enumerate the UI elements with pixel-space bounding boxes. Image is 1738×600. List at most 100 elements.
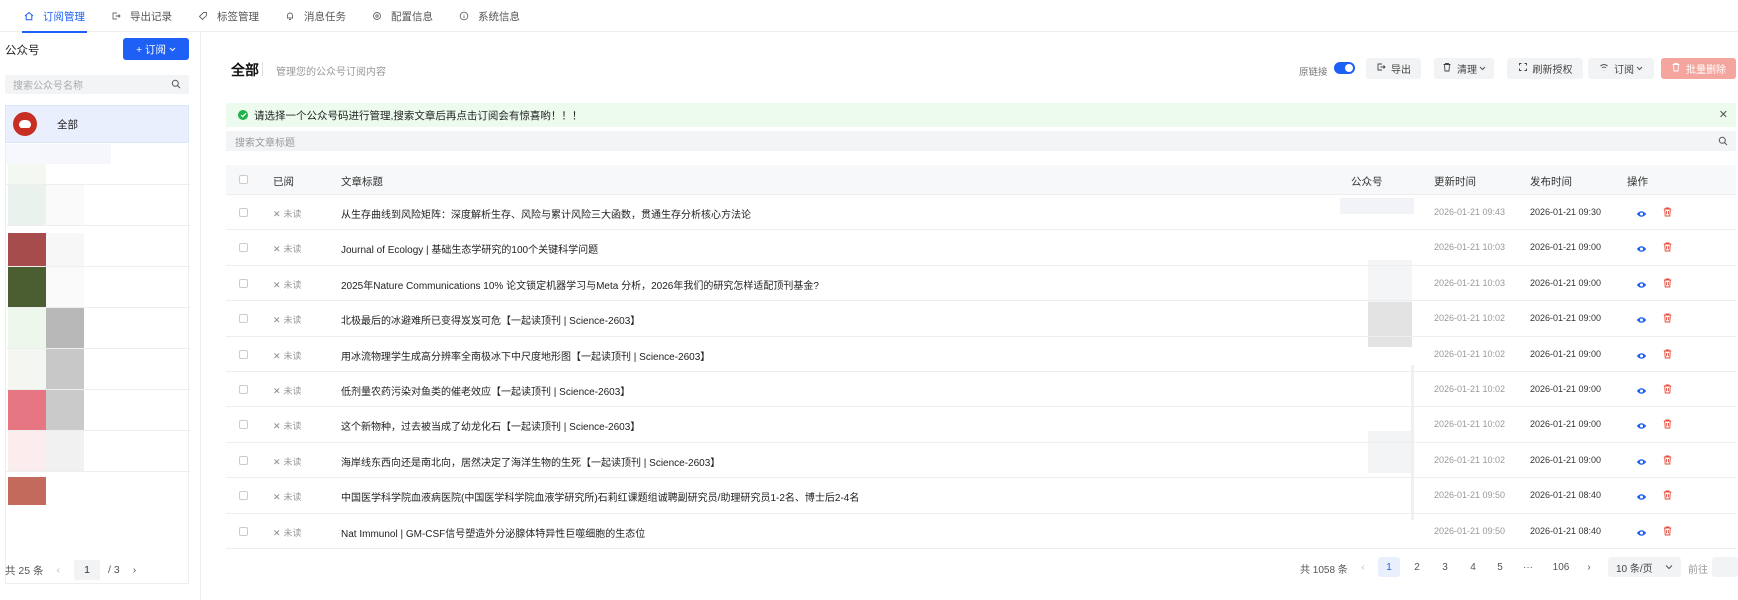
- account-item[interactable]: [6, 390, 190, 431]
- eye-icon[interactable]: [1636, 455, 1647, 469]
- account-item[interactable]: [6, 308, 190, 349]
- published-time: 2026-01-21 09:00: [1530, 348, 1602, 359]
- delete-icon[interactable]: [1663, 348, 1672, 362]
- delete-icon[interactable]: [1663, 241, 1672, 255]
- delete-icon[interactable]: [1663, 525, 1672, 539]
- eye-icon[interactable]: [1636, 278, 1647, 292]
- tab-subscriptions[interactable]: 订阅管理: [22, 0, 87, 33]
- eye-icon[interactable]: [1636, 526, 1647, 540]
- row-checkbox[interactable]: [239, 208, 248, 217]
- search-icon[interactable]: [171, 79, 181, 92]
- select-all-checkbox[interactable]: [239, 175, 248, 184]
- account-item[interactable]: [6, 431, 190, 472]
- eye-icon[interactable]: [1636, 384, 1647, 398]
- chevron-left-icon[interactable]: ‹: [57, 564, 61, 576]
- account-item[interactable]: [6, 267, 190, 308]
- table-row[interactable]: ✕ 未读 这个新物种，过去被当成了幼龙化石【一起读顶刊 | Science-260…: [226, 407, 1736, 443]
- account-item[interactable]: [6, 349, 190, 390]
- updated-time: 2026-01-21 09:50: [1434, 490, 1506, 501]
- row-checkbox[interactable]: [239, 278, 248, 288]
- row-checkbox[interactable]: [239, 526, 248, 536]
- table-row[interactable]: ✕ 未读 2025年Nature Communications 10% 论文锁定机…: [226, 266, 1736, 302]
- subscribe-account-button[interactable]: + 订阅: [123, 38, 189, 60]
- export-button[interactable]: 导出: [1366, 58, 1421, 79]
- table-row[interactable]: ✕ 未读 用冰流物理学生成高分辨率全南极冰下中尺度地形图【一起读顶刊 | Scie…: [226, 337, 1736, 372]
- article-title[interactable]: 海岸线东西向还是南北向，居然决定了海洋生物的生死【一起读顶刊 | Science…: [341, 454, 720, 469]
- table-row[interactable]: ✕ 未读 中国医学科学院血液病医院(中国医学科学院血液学研究所)石莉红课题组诚聘副…: [226, 478, 1736, 514]
- page-size-select[interactable]: 10 条/页: [1608, 557, 1681, 577]
- table-row[interactable]: ✕ 未读 从生存曲线到风险矩阵：深度解析生存、风险与累计风险三大函数，贯通生存分析…: [226, 195, 1736, 231]
- chevron-right-icon[interactable]: ›: [133, 564, 137, 576]
- row-checkbox[interactable]: [239, 491, 248, 501]
- delete-icon[interactable]: [1663, 489, 1672, 503]
- close-icon[interactable]: ✕: [1719, 108, 1728, 121]
- delete-icon[interactable]: [1663, 206, 1672, 220]
- delete-icon[interactable]: [1663, 312, 1672, 326]
- row-checkbox[interactable]: [239, 420, 248, 430]
- delete-icon[interactable]: [1663, 454, 1672, 468]
- table-row[interactable]: ✕ 未读 Journal of Ecology | 基础生态学研究的100个关键科…: [226, 230, 1736, 266]
- eye-icon[interactable]: [1636, 313, 1647, 327]
- row-checkbox[interactable]: [239, 455, 248, 465]
- tab-system-info[interactable]: 系统信息: [459, 0, 520, 32]
- page-button[interactable]: 3: [1434, 557, 1456, 577]
- article-title[interactable]: 中国医学科学院血液病医院(中国医学科学院血液学研究所)石莉红课题组诚聘副研究员/…: [341, 489, 859, 504]
- search-icon[interactable]: [1718, 136, 1728, 149]
- source-link-toggle[interactable]: [1334, 62, 1355, 74]
- article-title[interactable]: Journal of Ecology | 基础生态学研究的100个关键科学问题: [341, 241, 598, 256]
- row-checkbox[interactable]: [239, 314, 248, 324]
- article-title[interactable]: 从生存曲线到风险矩阵：深度解析生存、风险与累计风险三大函数，贯通生存分析核心方法…: [341, 206, 751, 221]
- account-item[interactable]: [6, 144, 190, 185]
- article-title[interactable]: 用冰流物理学生成高分辨率全南极冰下中尺度地形图【一起读顶刊 | Science-…: [341, 348, 710, 363]
- delete-icon[interactable]: [1663, 383, 1672, 397]
- clear-button[interactable]: 清理: [1434, 58, 1494, 79]
- delete-icon[interactable]: [1663, 277, 1672, 291]
- home-icon: [24, 11, 34, 21]
- chevron-left-icon[interactable]: ‹: [1352, 557, 1374, 577]
- table-row[interactable]: ✕ 未读 低剂量农药污染对鱼类的催老效应【一起读顶刊 | Science-2603…: [226, 372, 1736, 408]
- article-title[interactable]: Nat Immunol | GM-CSF信号塑造外分泌腺体特异性巨噬细胞的生态位: [341, 525, 645, 540]
- tab-tags[interactable]: 标签管理: [198, 0, 259, 32]
- close-icon: ✕: [273, 386, 281, 396]
- tab-export-records[interactable]: 导出记录: [111, 0, 172, 32]
- delete-icon[interactable]: [1663, 418, 1672, 432]
- eye-icon[interactable]: [1636, 242, 1647, 256]
- page-button[interactable]: 4: [1462, 557, 1484, 577]
- account-item-all[interactable]: 全部: [5, 105, 189, 143]
- page-button[interactable]: 106: [1548, 557, 1574, 577]
- tab-messages[interactable]: 消息任务: [285, 0, 346, 32]
- account-item[interactable]: [6, 226, 190, 267]
- sidebar-page-input[interactable]: 1: [74, 560, 101, 580]
- account-item[interactable]: [6, 472, 190, 505]
- tab-label: 系统信息: [478, 10, 520, 23]
- article-title[interactable]: 2025年Nature Communications 10% 论文锁定机器学习与…: [341, 277, 819, 292]
- eye-icon[interactable]: [1636, 490, 1647, 504]
- eye-icon[interactable]: [1636, 349, 1647, 363]
- page-ellipsis[interactable]: ···: [1517, 557, 1539, 577]
- article-title[interactable]: 低剂量农药污染对鱼类的催老效应【一起读顶刊 | Science-2603】: [341, 383, 630, 398]
- article-title[interactable]: 北极最后的冰避难所已变得岌岌可危【一起读顶刊 | Science-2603】: [341, 312, 640, 327]
- row-checkbox[interactable]: [239, 349, 248, 359]
- page-button[interactable]: 1: [1378, 557, 1400, 577]
- table-row[interactable]: ✕ 未读 海岸线东西向还是南北向，居然决定了海洋生物的生死【一起读顶刊 | Sci…: [226, 443, 1736, 479]
- account-item[interactable]: [6, 185, 190, 226]
- refresh-auth-button[interactable]: 刷新授权: [1507, 58, 1583, 79]
- page-button[interactable]: 5: [1489, 557, 1511, 577]
- article-title[interactable]: 这个新物种，过去被当成了幼龙化石【一起读顶刊 | Science-2603】: [341, 418, 640, 433]
- goto-page-input[interactable]: [1712, 557, 1738, 577]
- chevron-right-icon[interactable]: ›: [1578, 557, 1600, 577]
- account-search-input[interactable]: 搜索公众号名称: [5, 75, 189, 94]
- article-search-input[interactable]: 搜索文章标题: [226, 131, 1736, 151]
- eye-icon[interactable]: [1636, 419, 1647, 433]
- subscribe-button[interactable]: 订阅: [1588, 58, 1654, 79]
- table-row[interactable]: ✕ 未读 北极最后的冰避难所已变得岌岌可危【一起读顶刊 | Science-260…: [226, 301, 1736, 337]
- page-button[interactable]: 2: [1406, 557, 1428, 577]
- row-checkbox[interactable]: [239, 385, 248, 394]
- table-row[interactable]: ✕ 未读 Nat Immunol | GM-CSF信号塑造外分泌腺体特异性巨噬细胞…: [226, 514, 1736, 549]
- row-checkbox[interactable]: [239, 243, 248, 253]
- eye-icon[interactable]: [1636, 207, 1647, 221]
- tab-config[interactable]: 配置信息: [372, 0, 433, 32]
- batch-delete-button[interactable]: 批量删除: [1661, 58, 1736, 79]
- tab-label: 配置信息: [391, 10, 433, 23]
- subscribe-button-label: + 订阅: [135, 43, 167, 56]
